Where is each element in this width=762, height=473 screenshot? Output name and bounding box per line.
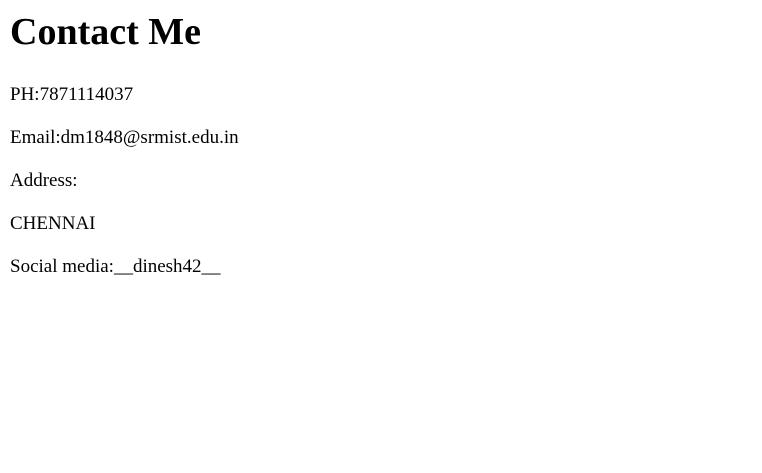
phone-text: PH:7871114037: [10, 84, 134, 105]
email-text: Email:dm1848@srmist.edu.in: [10, 127, 239, 148]
page-title: Contact Me: [10, 11, 201, 53]
address-label: Address:: [10, 170, 78, 191]
contact-page: Contact Me PH:7871114037 Email:dm1848@sr…: [0, 11, 762, 278]
social-media-text: Social media:__dinesh42__: [10, 256, 221, 277]
address-value: CHENNAI: [10, 213, 96, 234]
